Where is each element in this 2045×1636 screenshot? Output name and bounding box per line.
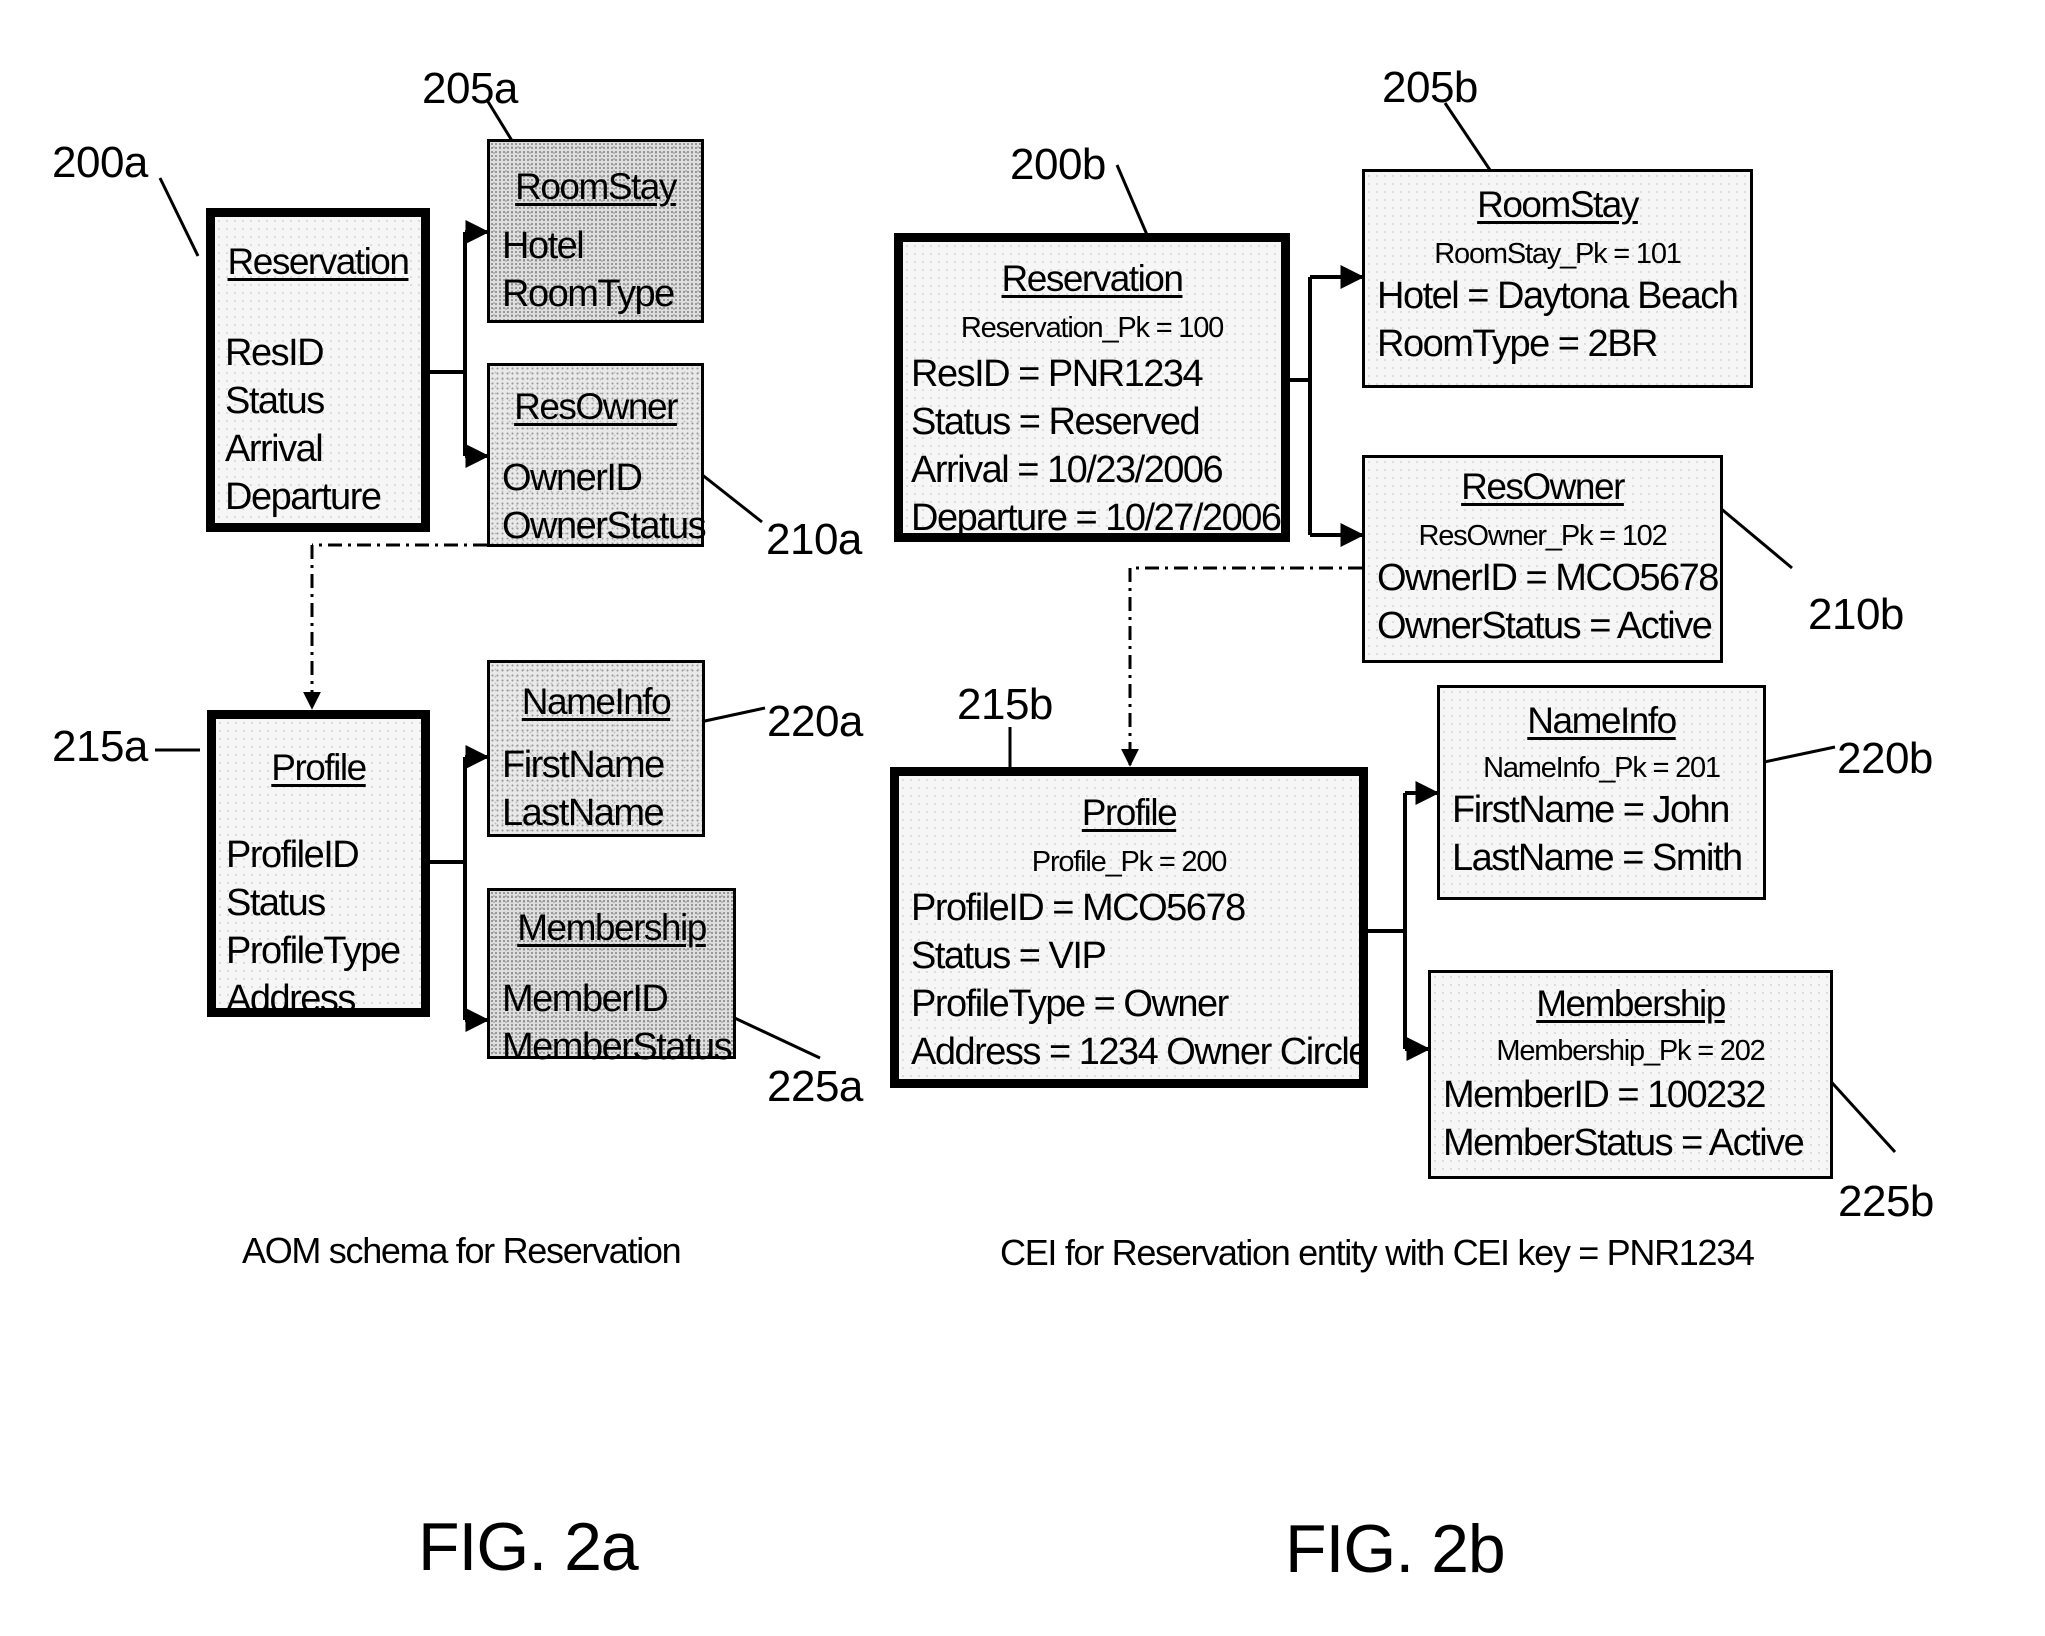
field: MemberStatus = Active [1443,1122,1805,1164]
ref-label-200a: 200a [52,138,148,187]
field: RoomType = 2BR [1377,323,1658,365]
field: OwnerID [502,457,643,499]
fig2b-reservation-connector [1290,265,1365,547]
entity-box-membership-schema[interactable]: Membership MemberID MemberStatus [487,888,736,1068]
fig2a-foreign-key-link [303,543,487,710]
entity-title: RoomStay [515,166,677,207]
ref-label-205b: 205b [1382,63,1478,112]
entity-box-resowner-instance[interactable]: ResOwner ResOwner_Pk = 102 OwnerID = MCO… [1362,455,1723,663]
field: Departure [225,476,382,518]
field: OwnerID = MCO5678 [1377,557,1719,599]
field: ResID [225,332,325,374]
field: ProfileType [226,930,401,972]
ref-label-225b: 225b [1838,1177,1934,1226]
entity-box-roomstay-instance[interactable]: RoomStay RoomStay_Pk = 101 Hotel = Dayto… [1362,169,1753,388]
entity-title: ResOwner [514,386,678,427]
field-list: OwnerID = MCO5678 OwnerStatus = Active [1377,554,1719,650]
entity-box-membership-instance[interactable]: Membership Membership_Pk = 202 MemberID … [1428,970,1833,1179]
field: ProfileType = Owner [911,983,1229,1025]
entity-box-profile-schema[interactable]: Profile ProfileID Status ProfileType Add… [207,710,430,1020]
entity-title: Membership [517,907,707,948]
entity-title: Membership [1536,983,1726,1024]
primary-key: ResOwner_Pk = 102 [1418,520,1668,552]
field: ResID = PNR1234 [911,353,1204,395]
primary-key: Membership_Pk = 202 [1496,1035,1765,1067]
ref-label-220b: 220b [1837,734,1933,783]
field: MemberID = 100232 [1443,1074,1766,1116]
ref-label-205a: 205a [422,64,518,113]
field: MemberStatus [502,1026,733,1068]
field: Departure = 10/27/2006 [911,497,1282,539]
field-list: OwnerID OwnerStatus [502,454,707,550]
figure-label-2b: FIG. 2b [1285,1511,1506,1587]
figure-label-2a: FIG. 2a [418,1509,639,1585]
field: Address [226,978,356,1020]
primary-key: Reservation_Pk = 100 [960,312,1224,344]
entity-title: Profile [271,747,367,788]
fig2a-profile-connector [430,745,490,1032]
field: OwnerStatus [502,505,707,547]
ref-label-215a: 215a [52,722,148,771]
entity-title: Profile [1081,792,1178,833]
field: ProfileID [226,834,360,876]
field: LastName [502,792,665,834]
field: Hotel = Daytona Beach [1377,275,1739,317]
entity-title: ResOwner [1461,466,1625,507]
entity-box-resowner-schema[interactable]: ResOwner OwnerID OwnerStatus [487,363,707,550]
primary-key: RoomStay_Pk = 101 [1434,238,1682,270]
field: Status [226,882,326,924]
field: Status = VIP [911,935,1107,977]
field-list: MemberID MemberStatus [502,975,733,1071]
field: Status = Reserved [911,401,1201,443]
ref-label-200b: 200b [1010,140,1106,189]
field-list: ProfileID Status ProfileType Address [226,831,401,1023]
field: LastName = Smith [1452,837,1743,879]
field: Address = 1234 Owner Circle [911,1031,1369,1073]
field: Status [225,380,325,422]
field-list: MemberID = 100232 MemberStatus = Active [1443,1071,1805,1167]
entity-title: NameInfo [1527,700,1677,741]
entity-title: NameInfo [521,681,672,722]
field-list: FirstName = John LastName = Smith [1452,786,1743,882]
field: OwnerStatus = Active [1377,605,1713,647]
fig2b-profile-connector [1368,781,1440,1061]
field: FirstName [502,744,665,786]
primary-key: NameInfo_Pk = 201 [1483,752,1721,784]
entity-box-nameinfo-instance[interactable]: NameInfo NameInfo_Pk = 201 FirstName = J… [1437,685,1766,900]
fig2a-reservation-connector [430,220,490,468]
field-list: FirstName LastName [502,741,665,837]
figure-caption-2b: CEI for Reservation entity with CEI key … [1000,1232,1755,1273]
field: RoomType [502,273,675,315]
entity-box-roomstay-schema[interactable]: RoomStay Hotel RoomType [487,139,704,323]
fig2b-foreign-key-link [1121,566,1362,767]
primary-key: Profile_Pk = 200 [1031,846,1228,878]
field: FirstName = John [1452,789,1730,831]
ref-label-210b: 210b [1808,590,1904,639]
field: Hotel [502,225,585,267]
field-list: Hotel = Daytona Beach RoomType = 2BR [1377,272,1739,368]
entity-box-nameinfo-schema[interactable]: NameInfo FirstName LastName [487,660,705,837]
entity-title: RoomStay [1477,184,1639,225]
entity-box-profile-instance[interactable]: Profile Profile_Pk = 200 ProfileID = MCO… [890,767,1369,1088]
field-list: ResID = PNR1234 Status = Reserved Arriva… [911,350,1282,542]
field: MemberID [502,978,669,1020]
entity-title: Reservation [1001,258,1184,299]
field: Arrival = 10/23/2006 [911,449,1224,491]
ref-label-215b: 215b [957,680,1053,729]
field-list: ResID Status Arrival Departure [225,329,382,521]
field-list: Hotel RoomType [502,222,675,318]
field: Arrival [225,428,324,470]
entity-box-reservation-schema[interactable]: Reservation ResID Status Arrival Departu… [206,208,430,532]
entity-box-reservation-instance[interactable]: Reservation Reservation_Pk = 100 ResID =… [894,233,1290,542]
ref-label-220a: 220a [767,697,863,746]
figure-caption-2a: AOM schema for Reservation [242,1230,682,1271]
entity-title: Reservation [227,241,410,282]
ref-label-210a: 210a [766,515,862,564]
field-list: ProfileID = MCO5678 Status = VIP Profile… [911,884,1369,1076]
ref-label-225a: 225a [767,1062,863,1111]
field: ProfileID = MCO5678 [911,887,1246,929]
